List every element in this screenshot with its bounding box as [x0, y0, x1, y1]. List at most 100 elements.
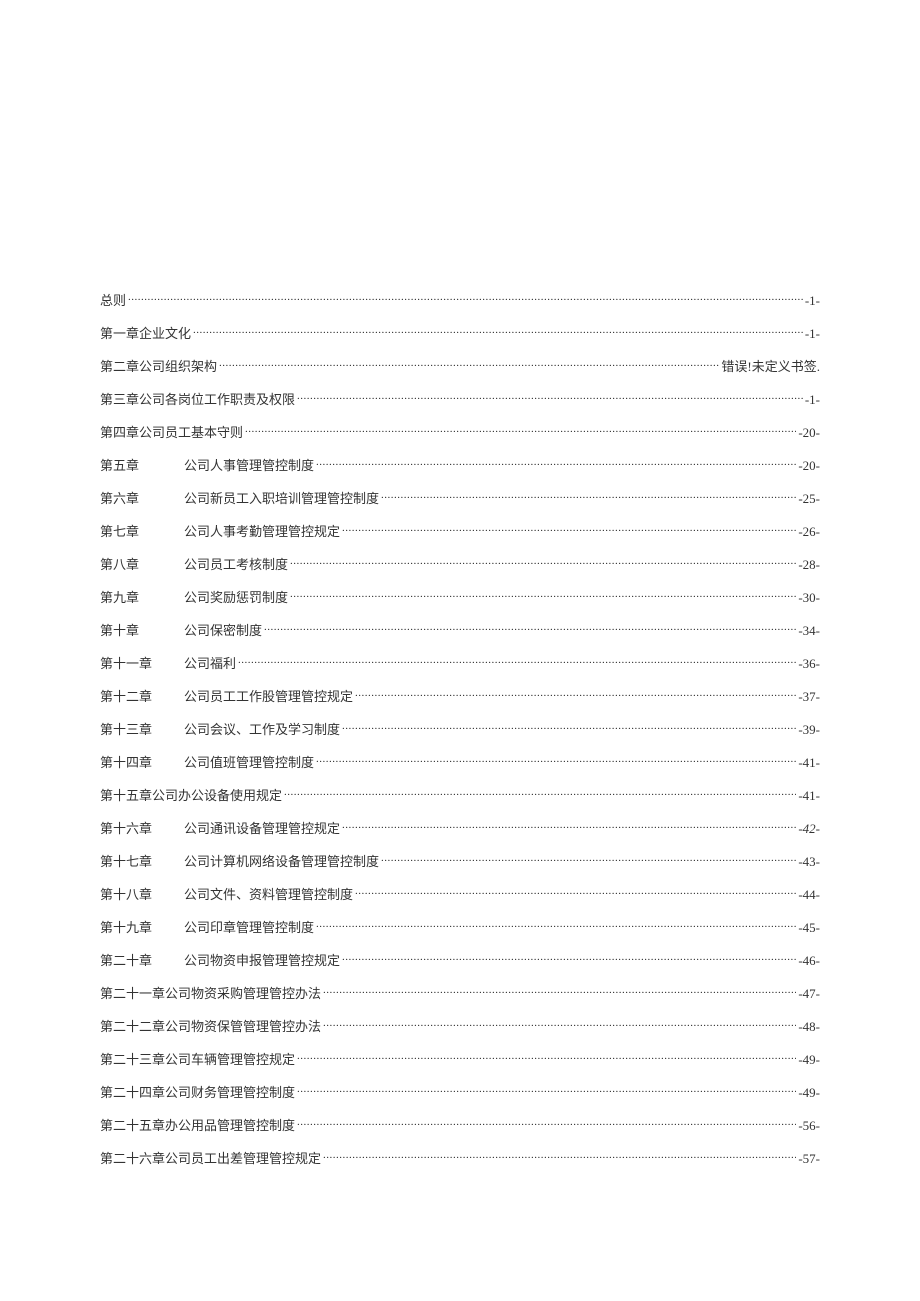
page-number: -34-: [798, 623, 820, 639]
chapter-title: 公司保密制度: [184, 620, 262, 639]
dot-leader: [342, 722, 796, 734]
page-number: -30-: [798, 590, 820, 606]
toc-entry: 第一章企业文化 -1-: [100, 323, 820, 342]
chapter-label: 第十章: [100, 620, 172, 639]
page-number: -39-: [798, 722, 820, 738]
chapter-label: 第十六章: [100, 818, 172, 837]
toc-entry: 第十二章公司员工工作股管理管控规定 -37-: [100, 686, 820, 705]
page-number: -25-: [798, 491, 820, 507]
page-number: -41-: [798, 755, 820, 771]
toc-entry: 第十四章公司值班管理管控制度-41-: [100, 752, 820, 771]
chapter-label: 第十九章: [100, 917, 172, 936]
dot-leader: [342, 821, 796, 833]
page-number: -1-: [805, 326, 820, 342]
dot-leader: [297, 1052, 796, 1064]
page-number: -49-: [798, 1085, 820, 1101]
page-number: -28-: [798, 557, 820, 573]
toc-entry: 第十三章公司会议、工作及学习制度 -39-: [100, 719, 820, 738]
chapter-label: 第二十章: [100, 950, 172, 969]
chapter-title: 第一章企业文化: [100, 323, 191, 342]
dot-leader: [316, 755, 796, 767]
toc-entry: 第二十二章公司物资保管管理管控办法 -48-: [100, 1016, 820, 1035]
chapter-title: 第二十三章公司车辆管理管控规定: [100, 1049, 295, 1068]
dot-leader: [342, 524, 796, 536]
chapter-title: 公司值班管理管控制度: [184, 752, 314, 771]
dot-leader: [316, 458, 796, 470]
dot-leader: [355, 689, 796, 701]
table-of-contents: 总则 -1- 第一章企业文化 -1- 第二章公司组织架构错误!未定义书签. 第三章公司各岗…: [100, 290, 820, 1167]
toc-entry: 第五章公司人事管理管控制度-20-: [100, 455, 820, 474]
chapter-title: 公司福利: [184, 653, 236, 672]
dot-leader: [219, 359, 719, 371]
toc-entry: 第十八章公司文件、资料管理管控制度-44-: [100, 884, 820, 903]
page-number: -49-: [798, 1052, 820, 1068]
chapter-label: 第九章: [100, 587, 172, 606]
dot-leader: [297, 1118, 796, 1130]
chapter-title: 公司印章管理管控制度: [184, 917, 314, 936]
chapter-label: 第十八章: [100, 884, 172, 903]
chapter-label: 第十一章: [100, 653, 172, 672]
chapter-title: 公司员工工作股管理管控规定: [184, 686, 353, 705]
toc-entry: 第十五章公司办公设备使用规定-41-: [100, 785, 820, 804]
chapter-title: 第二十五章办公用品管理管控制度: [100, 1115, 295, 1134]
dot-leader: [323, 1151, 796, 1163]
page-number: -42-: [798, 821, 820, 837]
toc-entry: 第二十三章公司车辆管理管控规定 -49-: [100, 1049, 820, 1068]
toc-entry: 第二十章公司物资申报管理管控规定 -46-: [100, 950, 820, 969]
toc-entry: 第九章公司奖励惩罚制度 -30-: [100, 587, 820, 606]
page-number: -20-: [798, 458, 820, 474]
toc-entry: 第六章公司新员工入职培训管理管控制度 -25-: [100, 488, 820, 507]
chapter-title: 第二十一章公司物资采购管理管控办法: [100, 983, 321, 1002]
toc-entry: 第七章公司人事考勤管理管控规定 -26-: [100, 521, 820, 540]
page-number: -1-: [805, 293, 820, 309]
dot-leader: [128, 293, 803, 305]
toc-entry: 第十九章公司印章管理管控制度 -45-: [100, 917, 820, 936]
page-number: -26-: [798, 524, 820, 540]
chapter-title: 公司人事管理管控制度: [184, 455, 314, 474]
chapter-title: 第十五章公司办公设备使用规定: [100, 785, 282, 804]
dot-leader: [381, 854, 796, 866]
chapter-label: 第十三章: [100, 719, 172, 738]
page-number: -48-: [798, 1019, 820, 1035]
chapter-title: 公司奖励惩罚制度: [184, 587, 288, 606]
toc-entry: 第二章公司组织架构错误!未定义书签.: [100, 356, 820, 375]
dot-leader: [355, 887, 796, 899]
chapter-title: 总则: [100, 290, 126, 309]
dot-leader: [342, 953, 796, 965]
chapter-title: 公司通讯设备管理管控规定: [184, 818, 340, 837]
dot-leader: [264, 623, 796, 635]
chapter-label: 第十七章: [100, 851, 172, 870]
dot-leader: [284, 788, 796, 800]
chapter-title: 公司物资申报管理管控规定: [184, 950, 340, 969]
page-number: -20-: [798, 425, 820, 441]
toc-entry: 第八章公司员工考核制度 -28-: [100, 554, 820, 573]
page-number: -1-: [805, 392, 820, 408]
chapter-title: 公司会议、工作及学习制度: [184, 719, 340, 738]
chapter-label: 第七章: [100, 521, 172, 540]
toc-entry: 第三章公司各岗位工作职责及权限 -1-: [100, 389, 820, 408]
dot-leader: [193, 326, 803, 338]
chapter-title: 公司人事考勤管理管控规定: [184, 521, 340, 540]
chapter-title: 第二十二章公司物资保管管理管控办法: [100, 1016, 321, 1035]
page-number: -56-: [798, 1118, 820, 1134]
dot-leader: [323, 986, 796, 998]
chapter-title: 公司新员工入职培训管理管控制度: [184, 488, 379, 507]
toc-entry: 第二十六章公司员工出差管理管控规定 -57-: [100, 1148, 820, 1167]
page-number: -43-: [798, 854, 820, 870]
toc-entry: 第二十五章办公用品管理管控制度 -56-: [100, 1115, 820, 1134]
chapter-title: 第二十六章公司员工出差管理管控规定: [100, 1148, 321, 1167]
dot-leader: [316, 920, 796, 932]
page-number: -57-: [798, 1151, 820, 1167]
toc-entry: 第二十一章公司物资采购管理管控办法-47-: [100, 983, 820, 1002]
chapter-label: 第十二章: [100, 686, 172, 705]
page-number: -46-: [798, 953, 820, 969]
chapter-label: 第八章: [100, 554, 172, 573]
chapter-title: 第三章公司各岗位工作职责及权限: [100, 389, 295, 408]
chapter-label: 第六章: [100, 488, 172, 507]
chapter-title: 公司员工考核制度: [184, 554, 288, 573]
dot-leader: [245, 425, 796, 437]
page-number: -45-: [798, 920, 820, 936]
toc-entry: 第四章公司员工基本守则-20-: [100, 422, 820, 441]
page-number: -37-: [798, 689, 820, 705]
dot-leader: [323, 1019, 796, 1031]
